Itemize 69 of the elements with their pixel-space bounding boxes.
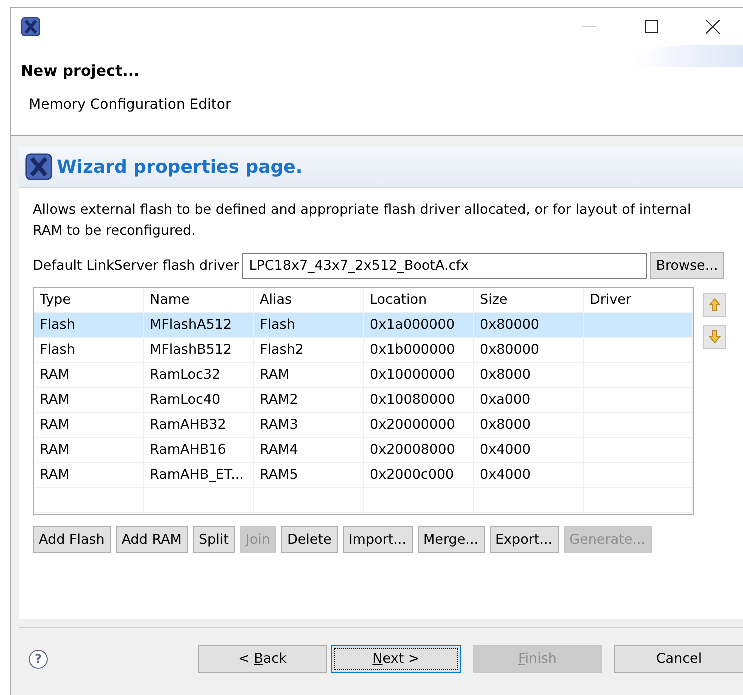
table-cell: RAM xyxy=(34,438,144,463)
table-cell: RAM xyxy=(254,363,364,388)
app-logo-icon xyxy=(21,16,41,36)
table-cell: RamLoc40 xyxy=(144,388,254,413)
browse-button[interactable]: Browse... xyxy=(650,252,724,279)
table-row[interactable]: Flash MFlashB512 Flash2 0x1b000000 0x80000 xyxy=(34,338,693,363)
driver-field[interactable]: LPC18x7_43x7_2x512_BootA.cfx xyxy=(242,252,648,278)
table-cell: MFlashA512 xyxy=(144,313,254,338)
action-button[interactable]: Import... xyxy=(342,526,413,553)
app-logo-icon xyxy=(25,153,53,181)
action-button[interactable]: Add Flash xyxy=(33,526,111,553)
table-cell: 0xa000 xyxy=(474,388,584,413)
close-icon xyxy=(706,20,720,34)
table-cell: 0x20008000 xyxy=(364,438,474,463)
dialog-title: New project... xyxy=(21,62,141,80)
table-row[interactable]: RAM RamLoc40 RAM2 0x10080000 0xa000 xyxy=(34,388,693,413)
table-cell: MFlashB512 xyxy=(144,338,254,363)
table-cell: 0x10080000 xyxy=(364,388,474,413)
table-row[interactable]: RAM RamAHB16 RAM4 0x20008000 0x4000 xyxy=(34,438,693,463)
table-cell: 0x8000 xyxy=(474,363,584,388)
table-cell: 0x4000 xyxy=(474,463,584,488)
move-up-button[interactable] xyxy=(703,293,726,317)
action-button[interactable]: Delete xyxy=(281,526,338,553)
maximize-icon xyxy=(644,20,658,33)
table-cell: Flash xyxy=(34,338,144,363)
table-cell: 0x20000000 xyxy=(364,413,474,438)
arrow-down-icon xyxy=(708,330,720,344)
table-cell: RAM xyxy=(34,388,144,413)
action-button[interactable]: Split xyxy=(192,526,235,553)
driver-label: Default LinkServer flash driver xyxy=(33,258,240,274)
move-down-button[interactable] xyxy=(703,325,726,349)
table-row[interactable]: RAM RamAHB_ET... RAM5 0x2000c000 0x4000 xyxy=(34,463,693,488)
table-cell: 0x1b000000 xyxy=(364,338,474,363)
table-cell: 0x10000000 xyxy=(364,363,474,388)
minimize-icon xyxy=(582,26,596,27)
page-title: Wizard properties page. xyxy=(57,156,303,178)
help-button[interactable]: ? xyxy=(29,650,48,668)
table-cell: RAM xyxy=(34,363,144,388)
table-cell: RAM4 xyxy=(254,438,364,463)
table-cell: Flash2 xyxy=(254,338,364,363)
table-cell: 0x80000 xyxy=(474,338,584,363)
wizard-button[interactable]: Cancel xyxy=(614,645,743,673)
table-row[interactable]: Flash MFlashA512 Flash 0x1a000000 0x80000 xyxy=(34,313,693,338)
table-cell: 0x8000 xyxy=(474,413,584,438)
table-cell: 0x1a000000 xyxy=(364,313,474,338)
wizard-button[interactable]: Next > xyxy=(331,645,461,673)
page-description: Allows external flash to be defined and appropriate flash driver allocated, or for layout of internal RAM to be reconfigured. xyxy=(33,201,692,241)
table-cell: RamAHB_ET... xyxy=(144,463,254,488)
action-button[interactable]: Merge... xyxy=(418,526,485,553)
table-cell: Flash xyxy=(254,313,364,338)
table-cell: 0x80000 xyxy=(474,313,584,338)
table-cell: RAM xyxy=(34,413,144,438)
action-button[interactable]: Add RAM xyxy=(116,526,188,553)
table-cell: RamLoc32 xyxy=(144,363,254,388)
table-cell: RAM5 xyxy=(254,463,364,488)
table-cell: RamAHB32 xyxy=(144,413,254,438)
table-cell: RAM2 xyxy=(254,388,364,413)
table-cell: RAM xyxy=(34,463,144,488)
arrow-up-icon xyxy=(708,298,720,312)
action-button[interactable]: Export... xyxy=(490,526,559,553)
table-cell: RAM3 xyxy=(254,413,364,438)
dialog-subtitle: Memory Configuration Editor xyxy=(29,97,232,113)
table-cell: 0x2000c000 xyxy=(364,463,474,488)
wizard-button[interactable]: < Back xyxy=(198,645,328,673)
table-cell: Flash xyxy=(34,313,144,338)
table-row[interactable]: RAM RamLoc32 RAM 0x10000000 0x8000 xyxy=(34,363,693,388)
table-cell: 0x4000 xyxy=(474,438,584,463)
table-row[interactable]: RAM RamAHB32 RAM3 0x20000000 0x8000 xyxy=(34,413,693,438)
table-cell: RamAHB16 xyxy=(144,438,254,463)
